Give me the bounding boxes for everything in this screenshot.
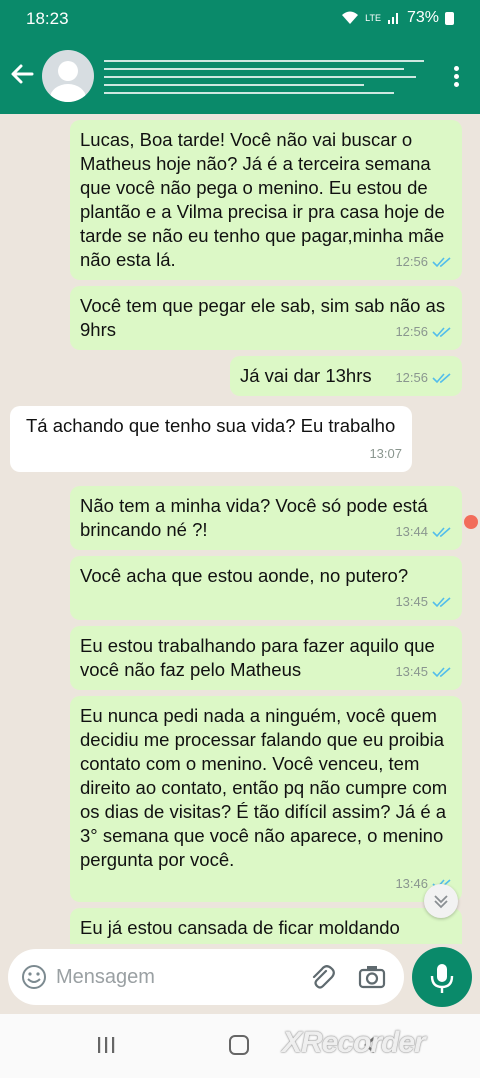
attach-icon[interactable] [308,963,336,991]
message-text: Já vai dar 13hrs [240,365,372,386]
battery-icon [445,11,454,25]
message-time: 13:45 [395,594,428,609]
signal-icon [387,13,398,24]
message-placeholder: Mensagem [56,966,155,988]
read-ticks-icon [432,597,451,608]
message-time: 12:56 [395,370,428,385]
message-meta: 12:56 [395,366,452,390]
status-icons: LTE 73% [341,9,454,27]
message-meta: 12:56 [395,320,452,344]
contact-avatar[interactable] [42,50,94,102]
message-meta: 13:44 [395,520,452,544]
message-time: 13:07 [369,446,402,461]
message-text: Eu estou trabalhando para fazer aquilo q… [80,635,435,680]
message-bubble-outgoing[interactable]: Não tem a minha vida? Você só pode está … [70,486,462,550]
read-ticks-icon [432,327,451,338]
emoji-icon[interactable] [21,964,47,990]
message-bubble-outgoing[interactable]: Eu nunca pedi nada a ninguém, você quem … [70,696,462,902]
message-meta: 13:45 [395,660,452,684]
message-meta: 12:56 [395,250,452,274]
status-bar: 18:23 LTE 73% [0,0,480,38]
message-meta: 13:45 [395,590,452,614]
status-time: 18:23 [26,9,69,28]
back-arrow-icon[interactable] [8,56,36,92]
message-bubble-outgoing[interactable]: Eu já estou cansada de ficar moldando [70,908,462,944]
message-bubble-outgoing[interactable]: Lucas, Boa tarde! Você não vai buscar o … [70,120,462,280]
composer: Mensagem [0,944,480,1014]
message-text: Você acha que estou aonde, no putero? [80,565,409,586]
message-list[interactable]: Lucas, Boa tarde! Você não vai buscar o … [0,114,480,944]
read-ticks-icon [432,667,451,678]
message-bubble-outgoing[interactable]: Eu estou trabalhando para fazer aquilo q… [70,626,462,690]
screen-recorder-watermark: XRecorder [282,1026,426,1059]
message-text: Você tem que pegar ele sab, sim sab não … [80,295,446,340]
read-ticks-icon [432,527,451,538]
message-text: Eu já estou cansada de ficar moldando [80,917,400,938]
microphone-icon [430,964,454,993]
chat-header [0,38,480,114]
home-button[interactable] [229,1035,249,1055]
message-bubble-incoming[interactable]: Tá achando que tenho sua vida? Eu trabal… [10,406,412,472]
message-text: Lucas, Boa tarde! Você não vai buscar o … [80,129,445,270]
voice-message-button[interactable] [412,947,472,1007]
message-time: 12:56 [395,254,428,269]
message-text: Não tem a minha vida? Você só pode está … [80,495,428,540]
message-input[interactable]: Mensagem [8,949,404,1005]
camera-icon[interactable] [358,964,386,990]
message-time: 12:56 [395,324,428,339]
message-text: Tá achando que tenho sua vida? Eu trabal… [26,415,396,436]
read-ticks-icon [432,373,451,384]
message-meta: 13:07 [369,442,402,466]
battery-percentage: 73% [406,9,439,26]
message-text: Eu nunca pedi nada a ninguém, você quem … [80,705,448,870]
message-time: 13:46 [395,876,428,891]
message-bubble-outgoing[interactable]: Já vai dar 13hrs 12:56 [230,356,462,396]
message-time: 13:45 [395,664,428,679]
wifi-icon [342,11,359,24]
message-bubble-outgoing[interactable]: Você tem que pegar ele sab, sim sab não … [70,286,462,350]
recent-apps-button[interactable] [96,1036,116,1054]
read-ticks-icon [432,257,451,268]
more-options-icon[interactable] [454,66,460,88]
scroll-to-bottom-button[interactable] [424,884,458,918]
recorder-indicator [464,515,478,529]
message-time: 13:44 [395,524,428,539]
message-bubble-outgoing[interactable]: Você acha que estou aonde, no putero? 13… [70,556,462,620]
network-type: LTE [365,12,381,23]
